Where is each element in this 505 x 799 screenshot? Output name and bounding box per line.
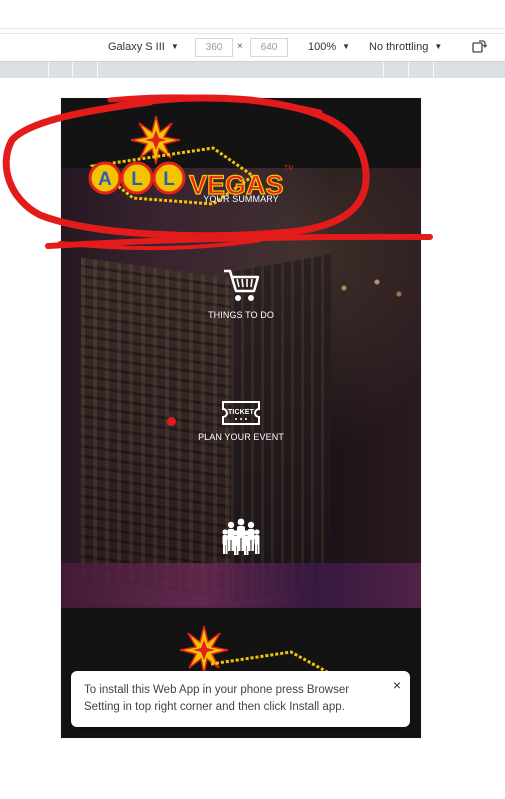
- dimension-separator: ×: [237, 41, 243, 52]
- width-input[interactable]: 360: [195, 38, 233, 57]
- install-toast-message: To install this Web App in your phone pr…: [84, 684, 350, 713]
- zoom-select[interactable]: 100%: [308, 41, 350, 53]
- phone-viewport: A L L VEGAS TM YOUR SUMMARY THINGS TO DO…: [61, 98, 421, 738]
- cart-icon: [224, 269, 260, 301]
- menu-label-plan-your-event: PLAN YOUR EVENT: [198, 432, 284, 442]
- group-people-icon: [222, 518, 260, 555]
- ticket-icon: TICKET: [222, 401, 260, 425]
- media-query-ruler[interactable]: [0, 62, 505, 78]
- red-annotation-dot: [167, 417, 176, 426]
- menu-your-summary[interactable]: YOUR SUMMARY: [61, 194, 421, 204]
- height-input[interactable]: 640: [250, 38, 288, 57]
- logo-tm: TM: [284, 165, 293, 172]
- logo-letter-a: A: [98, 169, 112, 190]
- device-select[interactable]: Galaxy S III: [108, 41, 179, 53]
- allvegas-logo[interactable]: A L L VEGAS TM: [73, 108, 293, 208]
- rotate-icon[interactable]: [471, 39, 487, 55]
- menu-label-things-to-do: THINGS TO DO: [208, 310, 274, 320]
- install-toast: To install this Web App in your phone pr…: [71, 671, 410, 727]
- menu-group[interactable]: [61, 518, 421, 564]
- logo-letter-l2: L: [163, 169, 175, 190]
- street-glow-image: [61, 563, 421, 608]
- logo-letter-l1: L: [131, 169, 143, 190]
- close-icon[interactable]: ×: [393, 677, 401, 693]
- throttling-select[interactable]: No throttling: [369, 41, 442, 53]
- menu-label-your-summary: YOUR SUMMARY: [203, 194, 279, 204]
- menu-things-to-do[interactable]: THINGS TO DO: [61, 268, 421, 320]
- menu-plan-your-event[interactable]: TICKET PLAN YOUR EVENT: [61, 400, 421, 442]
- browser-top-strip: [0, 0, 505, 29]
- device-toolbar: Galaxy S III 360 × 640 100% No throttlin…: [0, 33, 505, 62]
- ticket-text: TICKET: [228, 409, 254, 416]
